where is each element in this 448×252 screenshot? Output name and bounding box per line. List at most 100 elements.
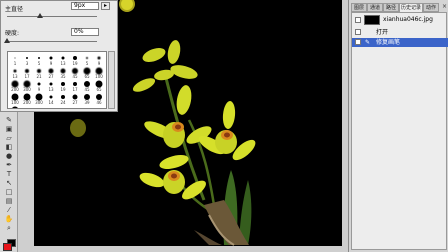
text-tool-icon[interactable]: T (4, 170, 14, 178)
hardness-slider-track[interactable] (7, 41, 97, 42)
brush-preset[interactable]: 17 (69, 79, 81, 92)
brush-preset[interactable]: 13 (45, 79, 57, 92)
gradient-tool-icon[interactable]: ◧ (4, 143, 14, 151)
eraser-tool-icon[interactable]: ▱ (4, 134, 14, 142)
history-snapshot[interactable]: xianhua046c.jpg (352, 14, 448, 26)
diameter-slider-track[interactable] (7, 16, 97, 17)
brush-preset[interactable]: 13 (57, 53, 69, 66)
brush-preset[interactable]: 11 (21, 105, 33, 110)
tab-history[interactable]: 历史记录 (399, 3, 423, 12)
brush-preset[interactable]: 65 (93, 79, 105, 92)
tab-actions[interactable]: 动作 (423, 3, 439, 12)
brush-preset[interactable]: 17 (21, 66, 33, 79)
step-source-checkbox[interactable] (355, 39, 361, 45)
brush-size-label: 46 (96, 100, 102, 105)
brush-preset[interactable]: 59 (9, 105, 21, 108)
history-step[interactable]: 打开 (352, 28, 448, 37)
hand-tool-icon[interactable]: ✋ (4, 215, 14, 223)
brush-preset[interactable]: 65 (81, 66, 93, 79)
brush-preview-icon (37, 82, 41, 86)
brush-preset[interactable]: 45 (69, 66, 81, 79)
brush-size-label: 39 (84, 100, 90, 105)
brush-preset[interactable]: 14 (45, 92, 57, 105)
brush-preset[interactable]: 17 (33, 105, 45, 109)
brush-preset[interactable]: 100 (9, 92, 21, 105)
brush-preview-icon (49, 82, 53, 86)
brush-preset[interactable]: 13 (9, 66, 21, 79)
brush-size-label: 24 (60, 100, 66, 105)
brush-preset[interactable]: 35 (57, 66, 69, 79)
brush-preview-icon (60, 68, 66, 74)
brush-preset[interactable]: 3 (21, 53, 33, 66)
brush-size-label: 27 (72, 100, 78, 105)
history-list[interactable]: xianhua046c.jpg 打开 ✎ 修复画笔 (351, 12, 448, 250)
history-step-active[interactable]: ✎ 修复画笔 (352, 38, 448, 47)
brush-picker-panel: 主直径 9px ▸ 硬度: 0% 1 3 5 9 13 19 5 9 13 17 21 27 35 45 6… (0, 0, 118, 112)
close-icon[interactable]: × (441, 3, 448, 10)
brush-tool-icon[interactable]: ✎ (4, 116, 14, 124)
brush-preset[interactable]: 19 (69, 53, 81, 66)
brush-preset[interactable]: 46 (93, 92, 105, 105)
snapshot-thumbnail (364, 15, 380, 25)
zoom-tool-icon[interactable]: ⌕ (4, 224, 14, 232)
stamp-tool-icon[interactable]: ▣ (4, 125, 14, 133)
panel-menu-button[interactable]: ▸ (101, 2, 110, 10)
hardness-label: 硬度: (5, 30, 20, 37)
brush-preset[interactable]: 45 (81, 79, 93, 92)
brush-preset[interactable]: 1 (9, 53, 21, 66)
brush-preset[interactable]: 23 (45, 105, 57, 108)
tab-paths[interactable]: 路径 (383, 3, 399, 12)
brush-preview-icon (97, 56, 101, 60)
foreground-color-swatch[interactable] (3, 243, 12, 251)
brush-preset[interactable]: 27 (69, 92, 81, 105)
brush-preset[interactable]: 300 (21, 79, 33, 92)
brush-preset[interactable]: 5 (33, 53, 45, 66)
brush-preset[interactable]: 200 (9, 79, 21, 92)
tab-layers[interactable]: 图层 (351, 3, 367, 12)
preset-scrollbar[interactable] (108, 51, 115, 109)
brush-preview-icon (26, 109, 29, 110)
brush-preset[interactable]: 200 (21, 92, 33, 105)
hardness-input[interactable]: 0% (71, 28, 99, 36)
history-panel: 图层 通道 路径 历史记录 动作 × xianhua046c.jpg 打开 ✎ … (348, 0, 448, 252)
brush-preset[interactable]: 24 (57, 92, 69, 105)
panel-tabs: 图层 通道 路径 历史记录 动作 (349, 3, 448, 12)
brush-preset[interactable]: 27 (45, 66, 57, 79)
dodge-tool-icon[interactable]: ● (4, 152, 14, 160)
selection-tool-icon[interactable]: ↖ (4, 179, 14, 187)
brush-preset[interactable]: 5 (81, 53, 93, 66)
brush-preset[interactable]: 9 (33, 79, 45, 92)
brush-preset[interactable]: 300 (33, 92, 45, 105)
brush-preview-icon (73, 56, 77, 60)
diameter-slider-knob[interactable] (37, 13, 43, 18)
brush-preview-icon (37, 108, 41, 109)
brush-preview-icon (48, 68, 54, 74)
notes-tool-icon[interactable]: ▤ (4, 197, 14, 205)
eyedropper-tool-icon[interactable]: ⁄ (4, 206, 14, 214)
hardness-slider-knob[interactable] (4, 38, 10, 43)
brush-preview-icon (25, 69, 29, 73)
brush-preview-icon (37, 69, 41, 73)
brush-preview-icon (38, 57, 40, 59)
brush-preset[interactable]: 9 (93, 53, 105, 66)
brush-preview-icon (49, 56, 53, 60)
brush-preview-icon (72, 94, 78, 100)
diameter-input[interactable]: 9px (71, 2, 99, 10)
brush-preview-icon (13, 69, 17, 73)
snapshot-name: xianhua046c.jpg (383, 16, 433, 23)
shape-tool-icon[interactable]: □ (4, 188, 14, 196)
brush-preview-icon (26, 57, 28, 59)
step-source-checkbox[interactable] (355, 29, 361, 35)
tab-channels[interactable]: 通道 (367, 3, 383, 12)
brush-preset[interactable]: 100 (93, 66, 105, 79)
pen-tool-icon[interactable]: ✒ (4, 161, 14, 169)
snapshot-source-checkbox[interactable] (355, 17, 361, 23)
brush-preset[interactable]: 21 (33, 66, 45, 79)
toolbox: ✎ ▣ ▱ ◧ ● ✒ T ↖ □ ▤ ⁄ ✋ ⌕ (0, 112, 18, 252)
brush-preset-grid[interactable]: 1 3 5 9 13 19 5 9 13 17 21 27 35 45 65 100 200 300 9 13 19 17… (7, 51, 107, 109)
arrow-right-icon: ▸ (104, 2, 108, 9)
brush-preset[interactable]: 9 (45, 53, 57, 66)
brush-preset[interactable]: 39 (81, 92, 93, 105)
brush-preview-icon (86, 57, 88, 59)
brush-preset[interactable]: 19 (57, 79, 69, 92)
